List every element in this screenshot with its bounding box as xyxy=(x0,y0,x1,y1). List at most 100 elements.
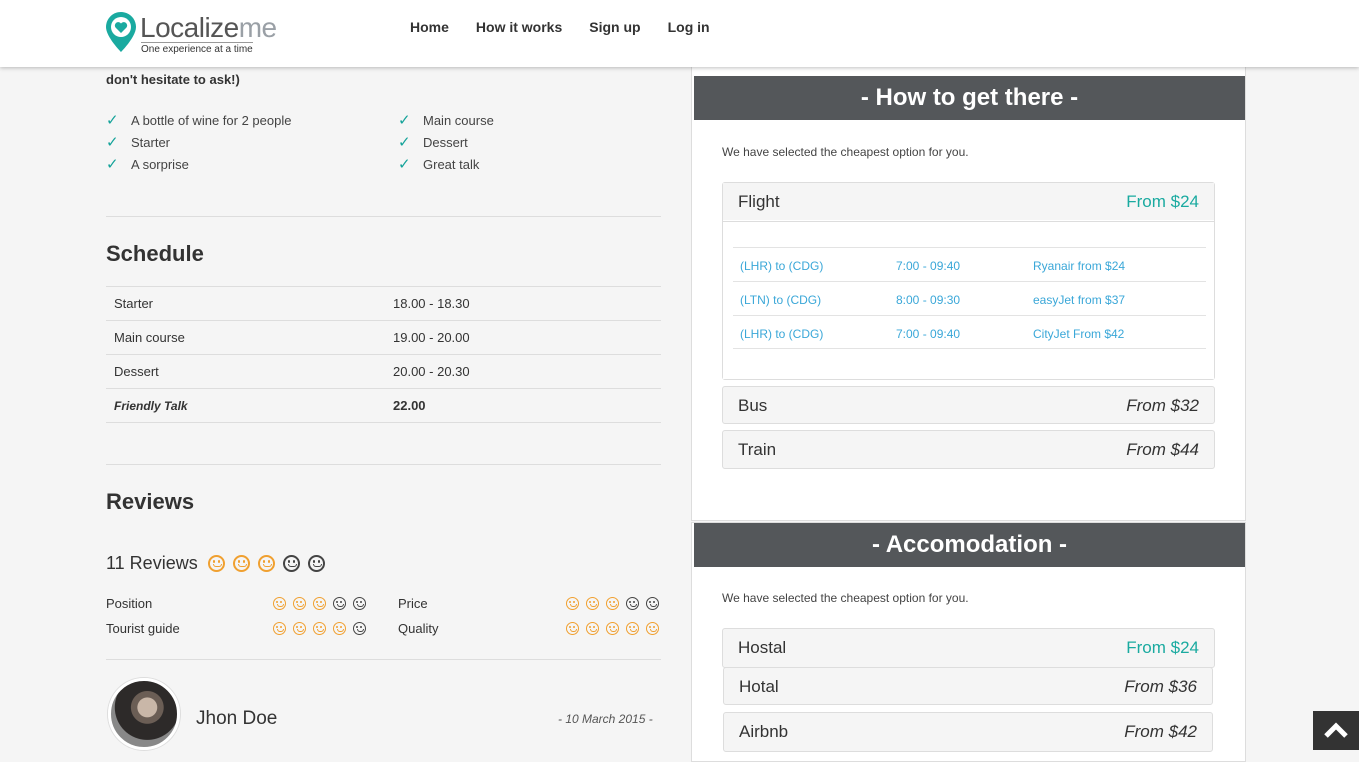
brand-name: Localizeme xyxy=(140,12,277,43)
reviewer-name: Jhon Doe xyxy=(196,708,278,729)
schedule-title: Schedule xyxy=(106,241,204,266)
reviews-count: 11 Reviews xyxy=(106,553,198,573)
smiley-icon xyxy=(606,622,619,635)
option-price: From $42 xyxy=(1124,722,1197,741)
rating-price xyxy=(566,597,659,610)
logo[interactable]: Localizeme One experience at a time xyxy=(106,12,277,56)
smiley-icon xyxy=(313,622,326,635)
main-nav: Home How it works Sign up Log in xyxy=(410,19,710,35)
train-option[interactable]: Train From $44 xyxy=(722,430,1215,469)
smiley-icon xyxy=(293,597,306,610)
bus-option[interactable]: Bus From $32 xyxy=(722,386,1215,424)
flight-header: Flight From $24 xyxy=(723,183,1214,220)
smiley-icon xyxy=(307,555,325,572)
sidebar: - How to get there - We have selected th… xyxy=(691,67,1246,762)
accommodation-title: - Accomodation - xyxy=(694,523,1245,567)
divider xyxy=(106,464,661,465)
rating-quality xyxy=(566,622,659,635)
smiley-icon xyxy=(293,622,306,635)
nav-log-in[interactable]: Log in xyxy=(668,19,710,35)
list-item: ✓ A sorprise xyxy=(106,156,189,173)
option-price: From $36 xyxy=(1124,677,1197,696)
option-name: Airbnb xyxy=(739,722,789,741)
map-pin-heart-icon xyxy=(106,12,136,52)
smiley-icon xyxy=(566,597,579,610)
scroll-to-top-button[interactable] xyxy=(1313,711,1359,750)
rating-label-quality: Quality xyxy=(398,621,439,636)
flight-row[interactable]: (LTN) to (CDG) 8:00 - 09:30 easyJet from… xyxy=(733,281,1206,315)
transport-panel: - How to get there - We have selected th… xyxy=(691,67,1246,521)
rating-position xyxy=(273,597,366,610)
flight-row[interactable]: (LHR) to (CDG) 7:00 - 09:40 CityJet From… xyxy=(733,315,1206,349)
option-name: Train xyxy=(738,440,777,459)
overall-rating xyxy=(200,555,325,572)
list-item: ✓ Main course xyxy=(398,112,494,129)
flight-route: (LHR) to (CDG) xyxy=(740,259,824,273)
brand-tagline: One experience at a time xyxy=(141,42,253,55)
smiley-icon xyxy=(273,622,286,635)
smiley-icon xyxy=(282,555,300,572)
hostal-option[interactable]: Hostal From $24 xyxy=(722,628,1215,668)
flight-time: 7:00 - 09:40 xyxy=(896,259,961,273)
flight-option[interactable]: Flight From $24 (LHR) to (CDG) 7:00 - 09… xyxy=(722,182,1215,380)
flight-time: 7:00 - 09:40 xyxy=(896,327,961,341)
rating-label-tourist-guide: Tourist guide xyxy=(106,621,180,636)
flight-row[interactable]: (LHR) to (CDG) 7:00 - 09:40 Ryanair from… xyxy=(733,247,1206,281)
flight-route: (LTN) to (CDG) xyxy=(740,293,822,307)
nav-sign-up[interactable]: Sign up xyxy=(589,19,640,35)
smiley-icon xyxy=(333,597,346,610)
review-date: - 10 March 2015 - xyxy=(558,712,653,726)
smiley-icon xyxy=(626,622,639,635)
chevron-up-icon xyxy=(1324,722,1348,738)
smiley-icon xyxy=(646,597,659,610)
reviews-summary: 11 Reviews xyxy=(106,553,325,574)
smiley-icon xyxy=(232,555,250,572)
flight-carrier: easyJet from $37 xyxy=(1033,293,1126,307)
smiley-icon xyxy=(586,622,599,635)
option-name: Bus xyxy=(738,396,768,415)
navbar: Localizeme One experience at a time Home… xyxy=(0,0,1359,67)
option-name: Hostal xyxy=(738,638,787,657)
smiley-icon xyxy=(586,597,599,610)
option-name: Hotal xyxy=(739,677,779,696)
airbnb-option[interactable]: Airbnb From $42 xyxy=(723,712,1213,752)
table-row: Dessert 20.00 - 20.30 xyxy=(106,354,661,389)
flight-route: (LHR) to (CDG) xyxy=(740,327,824,341)
hotal-option[interactable]: Hotal From $36 xyxy=(723,667,1213,705)
nav-how-it-works[interactable]: How it works xyxy=(476,19,562,35)
nav-home[interactable]: Home xyxy=(410,19,449,35)
option-price: From $24 xyxy=(1126,638,1199,657)
list-item: ✓ A bottle of wine for 2 people xyxy=(106,112,292,129)
smiley-icon xyxy=(606,597,619,610)
divider xyxy=(106,659,661,660)
smiley-icon xyxy=(353,622,366,635)
flight-time: 8:00 - 09:30 xyxy=(896,293,961,307)
list-item: ✓ Great talk xyxy=(398,156,480,173)
rating-label-position: Position xyxy=(106,596,153,611)
rating-label-price: Price xyxy=(398,596,428,611)
smiley-icon xyxy=(566,622,579,635)
divider xyxy=(106,216,661,217)
smiley-icon xyxy=(313,597,326,610)
option-price: From $24 xyxy=(1126,192,1199,211)
flight-carrier: CityJet From $42 xyxy=(1033,327,1125,341)
transport-subtitle: We have selected the cheapest option for… xyxy=(722,145,969,159)
check-icon: ✓ xyxy=(106,134,119,151)
flight-list: (LHR) to (CDG) 7:00 - 09:40 Ryanair from… xyxy=(723,221,1214,379)
rating-tourist-guide xyxy=(273,622,366,635)
reviews-title: Reviews xyxy=(106,489,195,514)
option-price: From $32 xyxy=(1126,396,1199,415)
accommodation-panel: - Accomodation - We have selected the ch… xyxy=(691,522,1246,762)
smiley-icon xyxy=(257,555,275,572)
smiley-icon xyxy=(273,597,286,610)
option-name: Flight xyxy=(738,192,780,211)
transport-title: - How to get there - xyxy=(694,76,1245,120)
table-row: Friendly Talk 22.00 xyxy=(106,388,661,423)
smiley-icon xyxy=(626,597,639,610)
accommodation-subtitle: We have selected the cheapest option for… xyxy=(722,591,969,605)
check-icon: ✓ xyxy=(106,112,119,129)
check-icon: ✓ xyxy=(106,156,119,173)
list-item: ✓ Starter xyxy=(106,134,171,151)
flight-carrier: Ryanair from $24 xyxy=(1033,259,1126,273)
option-price: From $44 xyxy=(1126,440,1199,459)
